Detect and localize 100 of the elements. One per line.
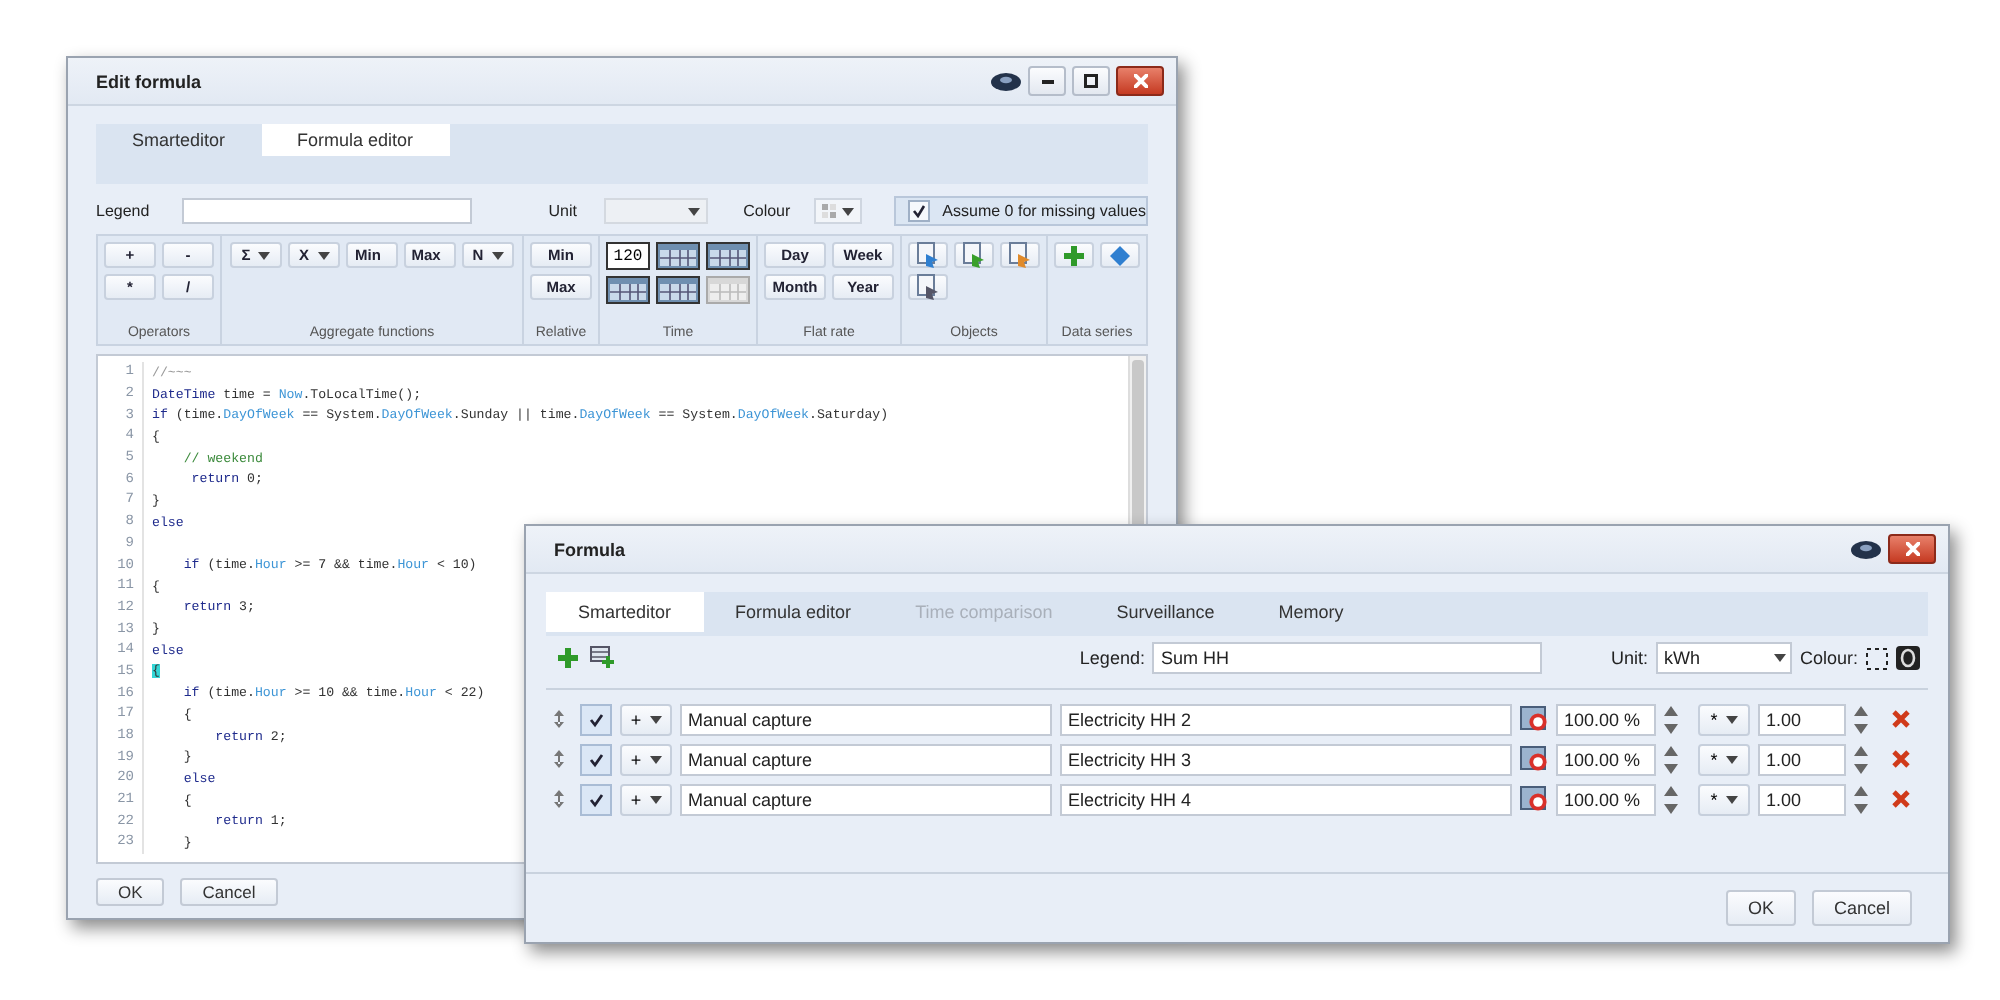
checkmark-icon	[912, 204, 927, 218]
spinner-icon[interactable]	[1664, 785, 1678, 813]
circle-icon[interactable]	[1896, 646, 1920, 670]
factor-field[interactable]: 1.00	[1758, 783, 1846, 815]
eye-icon[interactable]	[1850, 539, 1882, 559]
operator-dropdown[interactable]: +	[620, 783, 672, 815]
caret-icon	[491, 251, 504, 259]
spinner-icon[interactable]	[1854, 785, 1868, 813]
calendar-icon[interactable]	[656, 276, 700, 304]
caret-icon	[1725, 755, 1738, 763]
series-field[interactable]: Electricity HH 4	[1060, 783, 1512, 815]
unit-label: Unit:	[1610, 648, 1648, 668]
caret-icon	[258, 251, 271, 259]
caret-icon	[842, 207, 855, 215]
document-icon[interactable]	[916, 242, 940, 268]
object-button[interactable]	[1000, 242, 1040, 268]
spinner-icon[interactable]	[1854, 705, 1868, 733]
colour-label: Colour:	[1799, 648, 1858, 668]
calendar-icon[interactable]	[1520, 746, 1548, 772]
document-icon[interactable]	[916, 274, 940, 300]
drag-handle-icon[interactable]	[554, 790, 564, 808]
document-icon[interactable]	[962, 242, 986, 268]
operator-dropdown[interactable]: *	[1698, 783, 1750, 815]
tab[interactable]: Smarteditor	[96, 124, 262, 156]
source-field[interactable]: Manual capture	[680, 743, 1052, 775]
operator-dropdown[interactable]: *	[1698, 703, 1750, 735]
minimize-button[interactable]	[1028, 66, 1066, 96]
document-icon[interactable]	[1008, 242, 1032, 268]
drag-handle-icon[interactable]	[554, 750, 564, 768]
spinner-icon[interactable]	[1664, 745, 1678, 773]
caret-icon	[1773, 654, 1786, 662]
object-button[interactable]	[954, 242, 994, 268]
counter-button[interactable]: 120	[606, 242, 650, 270]
dialog-button[interactable]: Cancel	[180, 878, 278, 906]
legend-field[interactable]	[181, 198, 473, 224]
operator-dropdown[interactable]: +	[620, 703, 672, 735]
tab[interactable]: Formula editor	[703, 592, 884, 632]
caret-icon	[1725, 795, 1738, 803]
spinner-icon[interactable]	[1664, 705, 1678, 733]
close-button[interactable]	[1888, 534, 1936, 564]
scrollbar[interactable]	[1128, 356, 1146, 528]
caret-icon	[649, 755, 662, 763]
legend-label: Legend	[96, 202, 150, 220]
caret-icon	[649, 795, 662, 803]
colour-swatch[interactable]	[1866, 647, 1888, 669]
maximize-button[interactable]	[1072, 66, 1110, 96]
delete-icon[interactable]	[1892, 750, 1910, 768]
operator-dropdown[interactable]: +	[620, 743, 672, 775]
object-button[interactable]	[908, 242, 948, 268]
checkbox[interactable]	[580, 783, 612, 815]
close-icon	[1905, 542, 1919, 556]
unit-label: Unit	[548, 202, 577, 220]
checkmark-icon	[588, 791, 604, 807]
dialog-button[interactable]: OK	[96, 878, 165, 906]
tab[interactable]: Formula editor	[261, 124, 450, 156]
caret-icon	[649, 715, 662, 723]
checkbox[interactable]	[580, 703, 612, 735]
close-button[interactable]	[1116, 66, 1164, 96]
add-icon[interactable]	[558, 648, 578, 668]
dialog-button[interactable]: OK	[1725, 890, 1796, 926]
calendar-icon[interactable]	[706, 242, 750, 270]
caret-icon	[1725, 715, 1738, 723]
checkbox[interactable]	[908, 200, 931, 222]
add-series-button[interactable]	[1054, 242, 1094, 268]
spinner-icon[interactable]	[1854, 745, 1868, 773]
colour-label: Colour	[743, 202, 791, 220]
calendar-icon[interactable]	[606, 276, 650, 304]
calendar-icon[interactable]	[1520, 706, 1548, 732]
series-field[interactable]: Electricity HH 2	[1060, 703, 1512, 735]
delete-icon[interactable]	[1892, 710, 1910, 728]
operator-dropdown[interactable]: *	[1698, 743, 1750, 775]
eye-icon[interactable]	[990, 71, 1022, 91]
percentage-field[interactable]: 100.00 %	[1556, 743, 1656, 775]
series-button[interactable]	[1100, 242, 1140, 268]
window-title: Edit formula	[96, 71, 202, 91]
drag-handle-icon[interactable]	[554, 710, 564, 728]
diamond-icon	[1110, 245, 1130, 265]
checkbox[interactable]	[580, 743, 612, 775]
dialog-button[interactable]: Cancel	[1811, 890, 1912, 926]
series-field[interactable]: Electricity HH 3	[1060, 743, 1512, 775]
unit-dropdown[interactable]: kWh	[1655, 642, 1792, 674]
source-field[interactable]: Manual capture	[680, 783, 1052, 815]
table-add-icon[interactable]	[590, 646, 616, 670]
legend-label: Legend:	[1079, 648, 1145, 668]
tab[interactable]: Surveillance	[1084, 592, 1247, 632]
tab[interactable]: Smarteditor	[546, 592, 704, 632]
factor-field[interactable]: 1.00	[1758, 703, 1846, 735]
calendar-icon[interactable]	[1520, 786, 1548, 812]
colour-dropdown[interactable]	[814, 198, 863, 224]
legend-field[interactable]: Sum HH	[1152, 642, 1543, 674]
percentage-field[interactable]: 100.00 %	[1556, 703, 1656, 735]
calendar-icon[interactable]	[656, 242, 700, 270]
delete-icon[interactable]	[1892, 790, 1910, 808]
tab[interactable]: Memory	[1246, 592, 1376, 632]
source-field[interactable]: Manual capture	[680, 703, 1052, 735]
close-icon	[1133, 74, 1147, 88]
add-icon[interactable]	[1064, 245, 1084, 265]
percentage-field[interactable]: 100.00 %	[1556, 783, 1656, 815]
object-button[interactable]	[908, 274, 948, 300]
factor-field[interactable]: 1.00	[1758, 743, 1846, 775]
